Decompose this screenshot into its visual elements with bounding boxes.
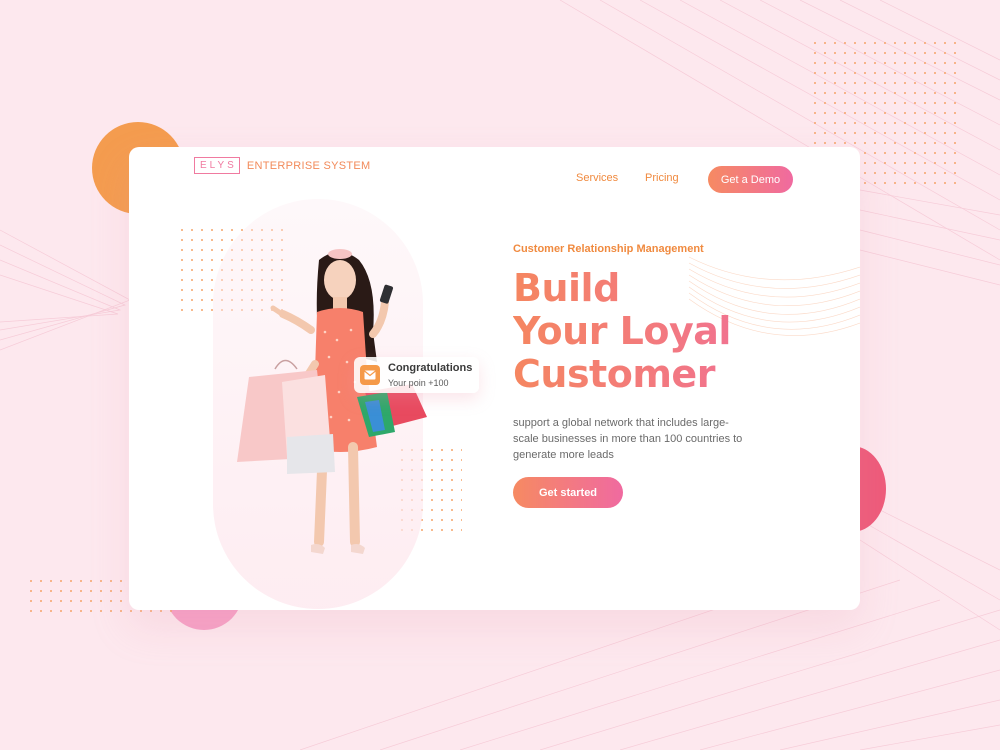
- headline-line-3: Customer: [513, 352, 715, 396]
- hero-description: support a global network that includes l…: [513, 417, 743, 461]
- nav-pricing-link[interactable]: Pricing: [645, 172, 679, 184]
- hero-headline: Build Your Loyal Customer: [513, 267, 813, 396]
- headline-line-1: Build: [513, 266, 620, 310]
- mail-icon: [360, 365, 380, 385]
- hero-kicker: Customer Relationship Management: [513, 243, 704, 255]
- notification-title: Congratulations: [388, 362, 473, 374]
- headline-line-2: Your Loyal: [513, 309, 731, 353]
- nav-services-link[interactable]: Services: [576, 172, 618, 184]
- get-demo-button[interactable]: Get a Demo: [708, 166, 793, 193]
- woman-with-shopping-bags-illustration: [237, 249, 427, 554]
- notification-subtitle: Your poin +100: [388, 378, 449, 388]
- logo-mark: ELYS: [194, 157, 240, 174]
- logo-text: ENTERPRISE SYSTEM: [246, 159, 371, 172]
- brand-logo[interactable]: ELYS ENTERPRISE SYSTEM: [194, 157, 371, 174]
- get-started-button[interactable]: Get started: [513, 477, 623, 508]
- landing-card: ELYS ENTERPRISE SYSTEM Services Pricing …: [129, 147, 860, 610]
- congratulations-notification: Congratulations Your poin +100: [354, 357, 479, 393]
